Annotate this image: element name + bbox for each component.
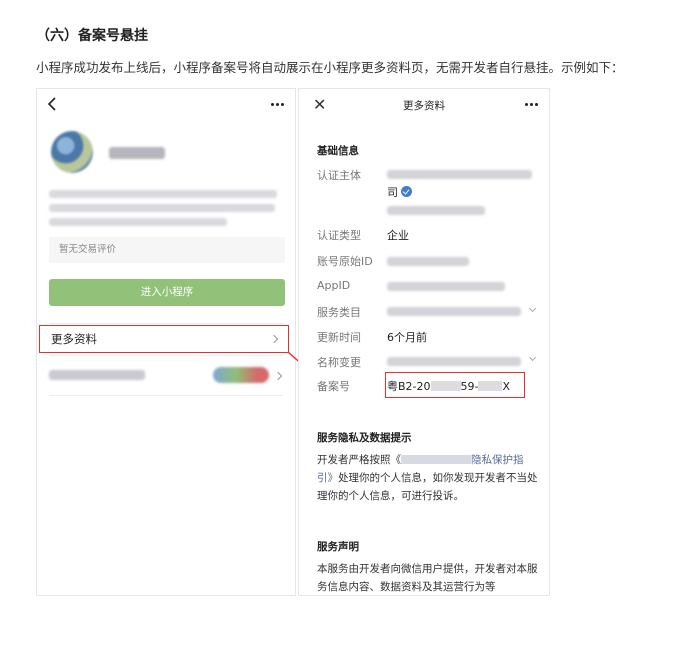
chevron-down-icon[interactable] <box>528 353 537 362</box>
related-avatars-icon <box>213 367 269 383</box>
divider <box>49 355 283 356</box>
update-time-label: 更新时间 <box>317 331 361 344</box>
statement-heading: 服务声明 <box>317 541 359 553</box>
cert-type-label: 认证类型 <box>317 229 361 242</box>
section-heading: （六）备案号悬挂 <box>36 28 148 44</box>
description-blurred-line <box>49 218 227 226</box>
cert-subject-label: 认证主体 <box>317 169 361 182</box>
update-time-value: 6个月前 <box>387 331 427 344</box>
cert-subject-value: 司 <box>387 184 412 200</box>
appid-label: AppID <box>317 279 351 292</box>
highlight-box <box>385 372 525 398</box>
chevron-down-icon[interactable] <box>528 304 537 313</box>
cert-type-value: 企业 <box>387 229 409 242</box>
verified-badge-icon <box>401 186 412 197</box>
more-info-page-screenshot: ✕ 更多资料 基础信息 认证主体 司 认证类型 企业 账号原始ID AppID … <box>298 88 550 596</box>
account-id-label: 账号原始ID <box>317 255 373 268</box>
enter-mini-program-button[interactable]: 进入小程序 <box>49 279 285 306</box>
page-title: 更多资料 <box>403 100 445 112</box>
divider <box>49 395 283 396</box>
description-blurred-line <box>49 204 275 212</box>
highlight-box <box>39 325 289 353</box>
cert-subject-blurred <box>387 206 485 215</box>
privacy-text: 开发者严格按照《 隐私保护指引》处理你的个人信息，如你发现开发者不当处理你的个人信… <box>317 454 538 502</box>
statement-text: 本服务由开发者向微信用户提供，开发者对本服务信息内容、数据资料及其运营行为等 <box>317 563 538 593</box>
privacy-heading: 服务隐私及数据提示 <box>317 432 412 444</box>
mini-program-name-blurred <box>109 147 165 159</box>
more-options-icon[interactable] <box>271 103 284 106</box>
review-box: 暂无交易评价 <box>49 237 285 263</box>
filing-number-label: 备案号 <box>317 380 350 393</box>
chevron-right-icon <box>273 371 283 381</box>
service-category-blurred <box>387 307 521 316</box>
description-blurred-line <box>49 190 277 198</box>
privacy-link-blurred <box>401 455 471 464</box>
appid-blurred <box>387 282 505 291</box>
back-arrow-icon[interactable] <box>47 97 59 111</box>
top-bar <box>37 89 295 121</box>
top-bar: ✕ 更多资料 <box>299 89 549 121</box>
service-category-label: 服务类目 <box>317 306 361 319</box>
divider <box>49 323 283 324</box>
name-change-blurred <box>387 357 521 366</box>
cert-subject-blurred <box>387 170 532 179</box>
basic-info-heading: 基础信息 <box>317 145 359 157</box>
mini-program-logo <box>51 131 93 173</box>
more-options-icon[interactable] <box>525 103 538 106</box>
intro-text: 小程序成功发布上线后，小程序备案号将自动展示在小程序更多资料页，无需开发者自行悬… <box>36 60 624 75</box>
mini-program-profile-screenshot: 暂无交易评价 进入小程序 更多资料 <box>36 88 296 596</box>
name-change-label: 名称变更 <box>317 356 361 369</box>
account-id-blurred <box>387 257 469 266</box>
related-mini-programs-blurred[interactable] <box>49 370 145 380</box>
